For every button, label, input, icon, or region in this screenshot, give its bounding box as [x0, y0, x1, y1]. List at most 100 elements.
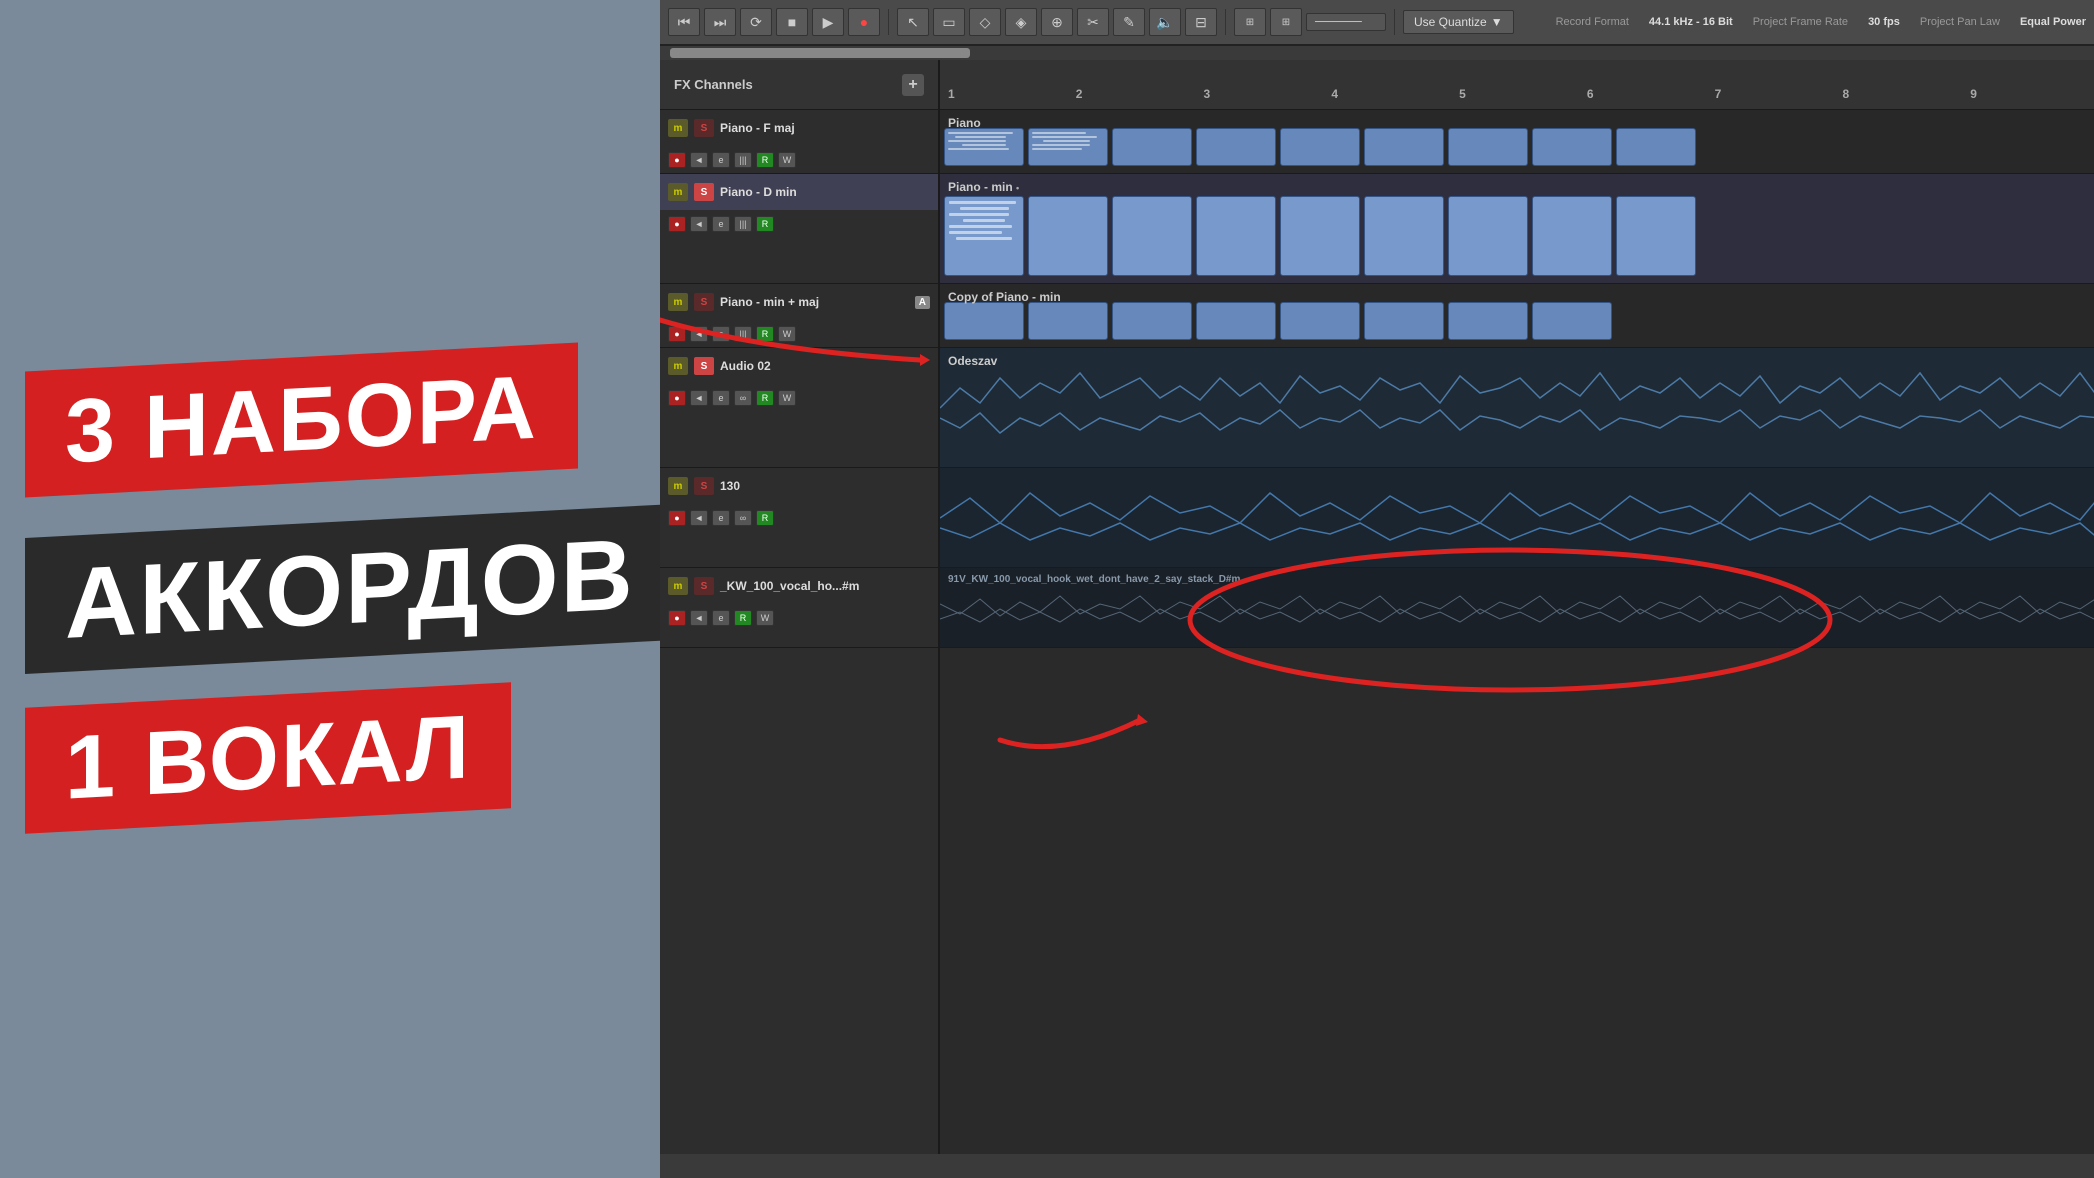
track-5-e-btn[interactable]: e [712, 510, 730, 526]
cut-tool[interactable]: ✂ [1077, 8, 1109, 36]
track-4-controls: ● ◄ e ∞ R W [660, 384, 938, 412]
track-4-prev-btn[interactable]: ◄ [690, 390, 708, 406]
track-6-prev-btn[interactable]: ◄ [690, 610, 708, 626]
track-4-r-btn[interactable]: R [756, 390, 774, 406]
add-track-btn[interactable]: + [902, 74, 924, 96]
ruler-number-8: 8 [1842, 87, 1849, 101]
track-4-mute-btn[interactable]: m [668, 357, 688, 375]
track-2-mute-btn[interactable]: m [668, 183, 688, 201]
banner-akkordov: АККОРДОВ [25, 504, 675, 674]
track-3-e-btn[interactable]: e [712, 326, 730, 342]
track-1-mute-btn[interactable]: m [668, 119, 688, 137]
daw-panel: ⏮ ⏭ ⟳ ■ ▶ ● ↖ ▭ ◇ ◈ ⊕ ✂ ✎ 🔈 ⊟ ⊞ ⊞ ──────… [660, 0, 2094, 1178]
track-4-loop-btn[interactable]: ∞ [734, 390, 752, 406]
track-2-r-btn[interactable]: R [756, 216, 774, 232]
track-6-solo-btn[interactable]: S [694, 577, 714, 595]
track-4-header: m S Audio 02 [660, 348, 938, 384]
track-item-piano-fmaj: m S Piano - F maj ● ◄ e ||| R W [660, 110, 938, 174]
slip-tool[interactable]: ⊟ [1185, 8, 1217, 36]
track-4-w-btn[interactable]: W [778, 390, 796, 406]
timeline-area: 123456789 Piano [940, 60, 2094, 1154]
track-4-e-btn[interactable]: e [712, 390, 730, 406]
track-list-header: FX Channels + [660, 60, 938, 110]
track-4-rec-btn[interactable]: ● [668, 390, 686, 406]
play-btn[interactable]: ▶ [812, 8, 844, 36]
rewind-btn[interactable]: ⏮ [668, 8, 700, 36]
track-3-mute-btn[interactable]: m [668, 293, 688, 311]
track-3-header: m S Piano - min + maj A [660, 284, 938, 320]
mute-tool[interactable]: 🔈 [1149, 8, 1181, 36]
track-3-prev-btn[interactable]: ◄ [690, 326, 708, 342]
track-3-mixer-btn[interactable]: ||| [734, 326, 752, 342]
track-1-rec-btn[interactable]: ● [668, 152, 686, 168]
track-3-r-btn[interactable]: R [756, 326, 774, 342]
track-6-name: _KW_100_vocal_ho...#m [720, 579, 930, 593]
track-5-header: m S 130 [660, 468, 938, 504]
track-item-piano-dmin: m S Piano - D min ● ◄ e ||| R [660, 174, 938, 284]
lane-kw-vocal[interactable]: 91V_KW_100_vocal_hook_wet_dont_have_2_sa… [940, 568, 2094, 648]
lane-piano-dmin[interactable]: Piano - min • [940, 174, 2094, 284]
stop-btn[interactable]: ■ [776, 8, 808, 36]
track-2-solo-btn[interactable]: S [694, 183, 714, 201]
track-1-w-btn[interactable]: W [778, 152, 796, 168]
track-1-e-btn[interactable]: e [712, 152, 730, 168]
track-1-prev-btn[interactable]: ◄ [690, 152, 708, 168]
ruler-number-2: 2 [1076, 87, 1083, 101]
ruler-number-4: 4 [1331, 87, 1338, 101]
track-3-solo-btn[interactable]: S [694, 293, 714, 311]
track-2-e-btn[interactable]: e [712, 216, 730, 232]
track-5-solo-btn[interactable]: S [694, 477, 714, 495]
use-quantize-btn[interactable]: Use Quantize ▼ [1403, 10, 1514, 34]
record-format-value: 44.1 kHz - 16 Bit [1649, 16, 1733, 28]
track-6-mute-btn[interactable]: m [668, 577, 688, 595]
fast-forward-btn[interactable]: ⏭ [704, 8, 736, 36]
lane-piano-fmaj[interactable]: Piano [940, 110, 2094, 174]
track-1-header: m S Piano - F maj [660, 110, 938, 146]
track-1-name: Piano - F maj [720, 121, 930, 135]
text-akkordov: АККОРДОВ [65, 518, 635, 660]
ruler-number-7: 7 [1715, 87, 1722, 101]
track-3-label-a: A [915, 296, 930, 309]
paint-tool[interactable]: ◈ [1005, 8, 1037, 36]
lane-copy-piano-min[interactable]: Copy of Piano - min [940, 284, 2094, 348]
track-5-r-btn[interactable]: R [756, 510, 774, 526]
track-1-r-btn[interactable]: R [756, 152, 774, 168]
track-item-audio02: m S Audio 02 ● ◄ e ∞ R W [660, 348, 938, 468]
track-5-loop-btn[interactable]: ∞ [734, 510, 752, 526]
track-4-solo-btn[interactable]: S [694, 357, 714, 375]
lane-6-label: 91V_KW_100_vocal_hook_wet_dont_have_2_sa… [948, 574, 1240, 585]
snap-btn[interactable]: ⊞ [1234, 8, 1266, 36]
zoom-tool[interactable]: ⊕ [1041, 8, 1073, 36]
track-6-rec-btn[interactable]: ● [668, 610, 686, 626]
track-5-rec-btn[interactable]: ● [668, 510, 686, 526]
pencil-tool[interactable]: ✎ [1113, 8, 1145, 36]
lane-audio-130[interactable] [940, 468, 2094, 568]
track-6-e-btn[interactable]: e [712, 610, 730, 626]
horizontal-scrollbar[interactable] [660, 46, 2094, 60]
track-2-mixer-btn[interactable]: ||| [734, 216, 752, 232]
erase-tool[interactable]: ◇ [969, 8, 1001, 36]
track-3-rec-btn[interactable]: ● [668, 326, 686, 342]
track-2-prev-btn[interactable]: ◄ [690, 216, 708, 232]
track-5-controls: ● ◄ e ∞ R [660, 504, 938, 532]
record-btn[interactable]: ● [848, 8, 880, 36]
draw-tool[interactable]: ▭ [933, 8, 965, 36]
track-5-mute-btn[interactable]: m [668, 477, 688, 495]
lane-odeszav[interactable]: Odeszav [940, 348, 2094, 468]
loop-btn[interactable]: ⟳ [740, 8, 772, 36]
bpm-display[interactable]: ────── [1306, 13, 1386, 31]
track-6-r-btn[interactable]: R [734, 610, 752, 626]
record-format-label: Record Format [1556, 16, 1629, 28]
scrollbar-thumb[interactable] [670, 48, 970, 58]
track-1-mixer-btn[interactable]: ||| [734, 152, 752, 168]
track-5-prev-btn[interactable]: ◄ [690, 510, 708, 526]
mixer-btn[interactable]: ⊞ [1270, 8, 1302, 36]
track-6-w-btn[interactable]: W [756, 610, 774, 626]
track-1-solo-btn[interactable]: S [694, 119, 714, 137]
track-2-rec-btn[interactable]: ● [668, 216, 686, 232]
track-list: FX Channels + m S Piano - F maj ● ◄ e ||… [660, 60, 940, 1154]
select-tool[interactable]: ↖ [897, 8, 929, 36]
daw-main: FX Channels + m S Piano - F maj ● ◄ e ||… [660, 60, 2094, 1154]
track-3-w-btn[interactable]: W [778, 326, 796, 342]
lane-3-label: Copy of Piano - min [948, 290, 1061, 304]
